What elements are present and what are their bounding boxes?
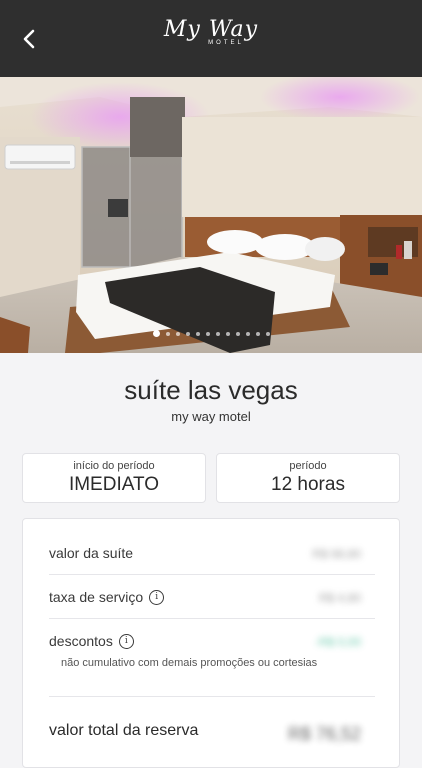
suite-value-row: valor da suíte R$ 68,80 bbox=[49, 545, 375, 561]
app-header: My Way MOTEL bbox=[0, 0, 422, 77]
logo-main-text: My Way bbox=[163, 17, 259, 42]
carousel-dot[interactable] bbox=[205, 331, 210, 336]
suite-photo bbox=[0, 77, 422, 353]
start-period-card[interactable]: início do período IMEDIATO bbox=[22, 453, 206, 503]
logo: My Way MOTEL bbox=[0, 17, 422, 47]
period-value: 12 horas bbox=[271, 474, 345, 495]
start-period-value: IMEDIATO bbox=[68, 474, 160, 495]
carousel-dot[interactable] bbox=[165, 331, 170, 336]
carousel-dot[interactable] bbox=[195, 331, 200, 336]
discount-label: descontos bbox=[49, 633, 113, 649]
carousel-dot[interactable] bbox=[245, 331, 250, 336]
service-fee-row: taxa de serviço i R$ 4,80 bbox=[49, 589, 375, 605]
pricing-card: valor da suíte R$ 68,80 taxa de serviço … bbox=[22, 518, 400, 768]
info-icon[interactable]: i bbox=[118, 633, 134, 649]
total-row: valor total da reserva R$ 76,52 bbox=[49, 722, 375, 744]
motel-name: my way motel bbox=[171, 409, 251, 424]
divider bbox=[49, 574, 375, 575]
hero-image-carousel[interactable] bbox=[0, 77, 422, 353]
discount-row: descontos i -R$ 0,00 bbox=[49, 633, 375, 649]
carousel-dot[interactable] bbox=[185, 331, 190, 336]
carousel-dot[interactable] bbox=[235, 331, 240, 336]
divider bbox=[49, 696, 375, 697]
carousel-dot[interactable] bbox=[215, 331, 220, 336]
carousel-dot[interactable] bbox=[225, 331, 230, 336]
logo-sub-text: MOTEL bbox=[208, 40, 244, 46]
total-amount: R$ 76,52 bbox=[287, 724, 361, 744]
discount-note: não cumulativo com demais promoções ou c… bbox=[61, 657, 318, 669]
period-card[interactable]: período 12 horas bbox=[216, 453, 400, 503]
suite-name: suíte las vegas bbox=[124, 375, 298, 405]
service-fee-label: taxa de serviço bbox=[49, 589, 144, 605]
suite-value-label: valor da suíte bbox=[49, 545, 134, 561]
carousel-dot[interactable] bbox=[175, 331, 180, 336]
carousel-dot[interactable] bbox=[152, 330, 160, 337]
discount-amount: -R$ 0,00 bbox=[314, 635, 361, 649]
divider bbox=[49, 618, 375, 619]
service-fee-amount: R$ 4,80 bbox=[318, 591, 361, 605]
carousel-dot[interactable] bbox=[255, 331, 260, 336]
carousel-dot[interactable] bbox=[265, 331, 270, 336]
total-label: valor total da reserva bbox=[49, 722, 199, 739]
carousel-dots[interactable] bbox=[0, 330, 422, 337]
info-icon[interactable]: i bbox=[149, 589, 165, 605]
start-period-label: início do período bbox=[73, 460, 155, 472]
suite-value-amount: R$ 68,80 bbox=[312, 547, 361, 561]
period-label: período bbox=[289, 460, 327, 472]
